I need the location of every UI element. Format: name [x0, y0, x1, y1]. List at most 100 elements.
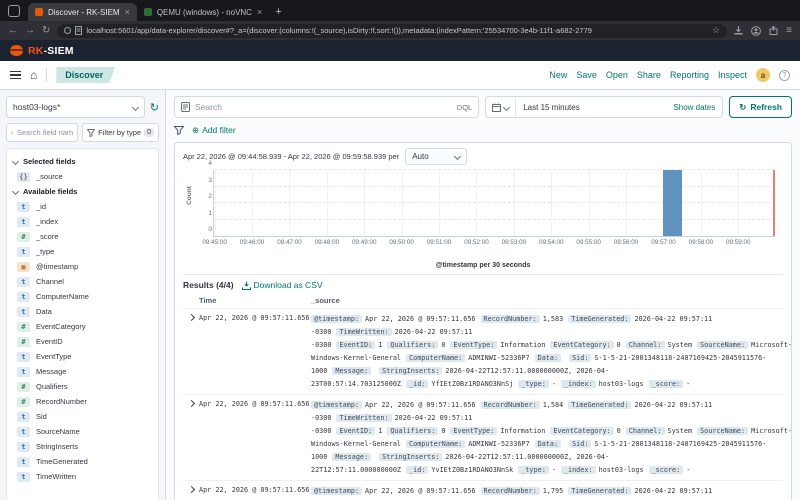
browser-tab-qemu[interactable]: QEMU (windows) - noVNC ×: [137, 3, 269, 21]
browser-tab-discover[interactable]: Discover - RK-SIEM ×: [28, 3, 137, 21]
field-item-EventCategory[interactable]: #EventCategory: [11, 319, 154, 334]
field-value: ADMINWI-52336P7: [468, 354, 529, 362]
field-item-Qualifiers[interactable]: #Qualifiers: [11, 379, 154, 394]
divider: [46, 68, 47, 82]
browser-menu-icon[interactable]: ≡: [786, 26, 792, 36]
reload-icon[interactable]: ↻: [42, 26, 50, 36]
search-input[interactable]: Search DQL: [174, 96, 479, 118]
tab-close-icon[interactable]: ×: [125, 7, 130, 17]
field-type-number-icon: #: [17, 382, 30, 392]
share-icon[interactable]: [769, 26, 778, 35]
window-control-icon[interactable]: [8, 5, 20, 17]
field-type-string-icon: t: [17, 292, 30, 302]
interval-select[interactable]: Auto: [405, 148, 467, 165]
x-tick-label: 09:53:00: [502, 239, 527, 246]
search-field-input[interactable]: Search field nam: [6, 123, 78, 142]
x-gridline: [327, 170, 328, 236]
histogram-chart[interactable]: Count 09:45:0009:46:0009:47:0009:48:0009…: [183, 168, 783, 250]
reporting-button[interactable]: Reporting: [670, 70, 709, 80]
field-item-_type[interactable]: t_type: [11, 244, 154, 259]
time-range-value[interactable]: Last 15 minutes: [516, 103, 666, 112]
field-item-Message[interactable]: tMessage: [11, 364, 154, 379]
field-item-_id[interactable]: t_id: [11, 199, 154, 214]
forward-icon[interactable]: →: [25, 26, 35, 36]
home-icon[interactable]: ⌂: [30, 69, 37, 81]
site-info-icon[interactable]: [64, 27, 71, 34]
field-item-@timestamp[interactable]: ▦@timestamp: [11, 259, 154, 274]
field-item-Data[interactable]: tData: [11, 304, 154, 319]
share-button[interactable]: Share: [637, 70, 661, 80]
menu-icon[interactable]: [10, 71, 21, 80]
current-time-marker: [773, 170, 775, 236]
field-item-EventType[interactable]: tEventType: [11, 349, 154, 364]
selected-fields-header[interactable]: Selected fields: [11, 154, 154, 169]
histogram-bar[interactable]: [663, 170, 682, 236]
field-item-Channel[interactable]: tChannel: [11, 274, 154, 289]
results-panel: Apr 22, 2026 @ 09:44:58.939 - Apr 22, 20…: [174, 142, 792, 500]
field-key-badge: Sid:: [569, 440, 591, 448]
field-value: 0: [441, 341, 445, 349]
query-icon: [181, 102, 190, 112]
filter-icon[interactable]: [174, 126, 184, 135]
tab-close-icon[interactable]: ×: [257, 7, 262, 17]
row-expander[interactable]: [183, 485, 199, 500]
field-key-badge: EventCategory:: [550, 427, 613, 435]
field-type-string-icon: t: [17, 472, 30, 482]
available-fields-header[interactable]: Available fields: [11, 184, 154, 199]
save-button[interactable]: Save: [576, 70, 597, 80]
field-key-badge: Channel:: [626, 341, 665, 349]
row-expander[interactable]: [183, 313, 199, 391]
field-type-string-icon: t: [17, 352, 30, 362]
field-key-badge: TimeWritten:: [336, 414, 391, 422]
calendar-dropdown-button[interactable]: [486, 97, 516, 117]
filter-icon: [87, 129, 95, 137]
row-source: @timestamp:Apr 22, 2026 @ 09:57:11.656Re…: [311, 313, 783, 391]
new-button[interactable]: New: [549, 70, 567, 80]
time-column-header[interactable]: Time: [199, 296, 311, 305]
x-gridline: [439, 170, 440, 236]
bookmark-star-icon[interactable]: ☆: [712, 25, 720, 36]
download-csv-button[interactable]: Download as CSV: [242, 280, 323, 290]
field-key-badge: Message:: [332, 367, 371, 375]
back-icon[interactable]: ←: [8, 26, 18, 36]
new-tab-button[interactable]: +: [275, 6, 281, 18]
fields-panel: Selected fields {}_source Available fiel…: [6, 148, 159, 500]
field-item-Sid[interactable]: tSid: [11, 409, 154, 424]
index-pattern-select[interactable]: host03-logs*: [6, 96, 145, 118]
inspect-button[interactable]: Inspect: [718, 70, 747, 80]
refresh-fields-icon[interactable]: ↻: [150, 101, 159, 114]
field-item-EventID[interactable]: #EventID: [11, 334, 154, 349]
field-item-StringInserts[interactable]: tStringInserts: [11, 439, 154, 454]
field-value: Apr 22, 2026 @ 09:57:11.656: [365, 401, 476, 409]
table-row: Apr 22, 2026 @ 09:57:11.656@timestamp:Ap…: [183, 308, 783, 394]
open-button[interactable]: Open: [606, 70, 628, 80]
refresh-button[interactable]: ↻ Refresh: [729, 96, 792, 118]
field-item-_index[interactable]: t_index: [11, 214, 154, 229]
row-expander[interactable]: [183, 399, 199, 477]
url-field[interactable]: localhost:5601/app/data-explorer/discove…: [57, 24, 727, 38]
profile-icon[interactable]: [751, 26, 761, 36]
field-item-SourceName[interactable]: tSourceName: [11, 424, 154, 439]
help-icon[interactable]: ?: [779, 70, 790, 81]
breadcrumb[interactable]: Discover: [56, 67, 115, 83]
field-item-TimeGenerated[interactable]: tTimeGenerated: [11, 454, 154, 469]
field-key-badge: Sid:: [569, 354, 591, 362]
field-item-_source[interactable]: {}_source: [11, 169, 154, 184]
field-value: Information: [500, 427, 545, 435]
show-dates-button[interactable]: Show dates: [666, 103, 722, 112]
field-item-_score[interactable]: #_score: [11, 229, 154, 244]
field-item-ComputerName[interactable]: tComputerName: [11, 289, 154, 304]
url-text: localhost:5601/app/data-explorer/discove…: [86, 26, 708, 35]
download-icon[interactable]: [734, 26, 743, 35]
query-language-toggle[interactable]: DQL: [457, 103, 472, 112]
field-key-badge: EventType:: [450, 341, 497, 349]
field-name: @timestamp: [36, 262, 78, 271]
field-key-badge: _id:: [406, 466, 428, 474]
filter-by-type-button[interactable]: Filter by type 0: [82, 123, 159, 142]
field-item-TimeWritten[interactable]: tTimeWritten: [11, 469, 154, 484]
field-value: Apr 22, 2026 @ 09:57:11.656: [365, 487, 476, 495]
avatar[interactable]: a: [756, 68, 770, 82]
add-filter-button[interactable]: ⊕ Add filter: [192, 125, 236, 136]
x-tick-label: 09:57:00: [651, 239, 676, 246]
field-item-RecordNumber[interactable]: #RecordNumber: [11, 394, 154, 409]
